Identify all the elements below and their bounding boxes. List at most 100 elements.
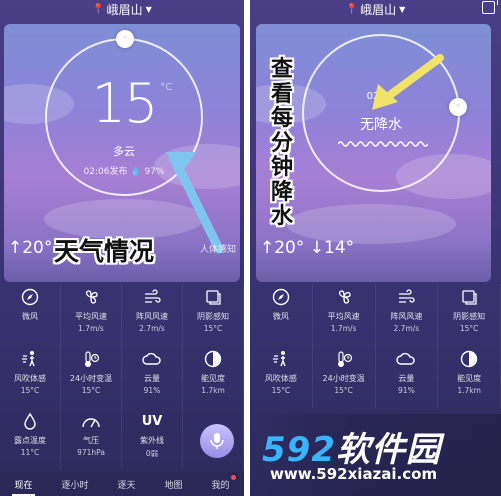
detail-value: 1.7km xyxy=(457,386,481,395)
detail-value: 11°C xyxy=(20,448,40,457)
compass-icon xyxy=(271,287,291,307)
gust-icon xyxy=(142,287,162,307)
detail-cell: 24小时变温 15°C xyxy=(313,346,376,408)
details-grid: 微风 平均风速 1.7m/s 阵风风速 2.7m/s 阴影感知 15°C 风吹体感 15°C 24… xyxy=(250,284,501,408)
wind-fan-icon xyxy=(334,287,354,307)
detail-cell: 气压 971hPa xyxy=(61,408,122,470)
detail-value: 2.7m/s xyxy=(393,324,420,333)
detail-value: 15°C xyxy=(203,324,223,333)
tab-mine[interactable]: 我的 xyxy=(211,474,236,491)
detail-value: 1.7m/s xyxy=(78,324,104,333)
detail-label: 能见度 xyxy=(457,374,482,383)
detail-value: 15°C xyxy=(334,386,353,395)
detail-value: 1.7km xyxy=(201,386,225,395)
detail-cell: 阵风风速 2.7m/s xyxy=(122,284,183,346)
city-name: 峨眉山 xyxy=(360,2,397,17)
detail-cell: 24小时变温 15°C xyxy=(61,346,122,408)
person-wind-icon xyxy=(271,349,291,369)
detail-cell: 微风 xyxy=(0,284,61,346)
detail-cell: 云量 91% xyxy=(376,346,439,408)
visibility-icon xyxy=(459,349,479,369)
detail-label: 露点温度 xyxy=(14,436,46,445)
location-bar[interactable]: 📍 峨眉山 ▼ xyxy=(250,0,501,18)
detail-label: 风吹体感 xyxy=(14,374,46,383)
drop-icon xyxy=(20,411,40,431)
cloud-icon xyxy=(396,349,416,369)
voice-button[interactable] xyxy=(200,424,234,458)
annotation-weather-status: 天气情况 xyxy=(54,237,155,266)
cloud-icon xyxy=(142,349,162,369)
thermometer-clock-icon xyxy=(334,349,354,369)
detail-label: 云量 xyxy=(398,374,415,383)
detail-value: 91% xyxy=(398,386,415,395)
detail-cell: 阴影感知 15°C xyxy=(438,284,501,346)
detail-cell: 露点温度 11°C xyxy=(0,408,61,470)
detail-value: 2.7m/s xyxy=(139,324,165,333)
annotation-arrow xyxy=(372,54,444,110)
high-low-temp: ↑20° ↓14° xyxy=(260,238,355,258)
detail-value: 91% xyxy=(143,386,161,395)
shade-icon xyxy=(203,287,223,307)
detail-cell: 微风 xyxy=(250,284,313,346)
detail-label: 平均风速 xyxy=(327,312,360,321)
wind-fan-icon xyxy=(81,287,101,307)
detail-label: 24小时变温 xyxy=(69,374,113,383)
detail-value: 971hPa xyxy=(77,448,105,457)
bottom-tab-bar: 现在 逐小时 逐天 地图 我的 xyxy=(0,472,244,496)
detail-label: 阵风风速 xyxy=(390,312,423,321)
detail-label: 风吹体感 xyxy=(264,374,297,383)
dial-knob[interactable]: ◦ xyxy=(116,30,134,48)
detail-label: 平均风速 xyxy=(75,312,107,321)
gauge-icon xyxy=(81,411,101,431)
annotation-minute-precipitation: 查看每分钟降水 xyxy=(270,57,293,229)
detail-cell: 平均风速 1.7m/s xyxy=(61,284,122,346)
chevron-down-icon: ▼ xyxy=(399,4,406,14)
share-icon[interactable] xyxy=(482,0,498,14)
detail-value: 15°C xyxy=(459,324,479,333)
person-wind-icon xyxy=(20,349,40,369)
detail-label: 阴影感知 xyxy=(453,312,486,321)
location-pin-icon: 📍 xyxy=(345,3,359,15)
detail-value: 1.7m/s xyxy=(330,324,357,333)
chevron-down-icon: ▼ xyxy=(145,4,152,14)
detail-cell: 阵风风速 2.7m/s xyxy=(376,284,439,346)
detail-cell: 风吹体感 15°C xyxy=(250,346,313,408)
detail-value: 15°C xyxy=(81,386,101,395)
detail-label: 微风 xyxy=(272,312,289,321)
feel-label: 人体感知 xyxy=(199,245,236,255)
city-name: 峨眉山 xyxy=(106,2,143,17)
detail-cell: 能见度 1.7km xyxy=(438,346,501,408)
detail-cell: 阴影感知 15°C xyxy=(183,284,244,346)
tab-map[interactable]: 地图 xyxy=(164,478,182,491)
thermometer-clock-icon xyxy=(81,349,101,369)
location-pin-icon: 📍 xyxy=(92,3,105,15)
tab-now[interactable]: 现在 xyxy=(12,478,35,496)
detail-value: 15°C xyxy=(271,386,291,395)
detail-cell: 风吹体感 15°C xyxy=(0,346,61,408)
shade-icon xyxy=(459,287,479,307)
precipitation-status: 无降水 xyxy=(360,117,402,133)
detail-cell: 平均风速 1.7m/s xyxy=(313,284,376,346)
visibility-icon xyxy=(203,349,223,369)
tab-hourly[interactable]: 逐小时 xyxy=(61,478,88,491)
gust-icon xyxy=(396,287,416,307)
tab-daily[interactable]: 逐天 xyxy=(117,478,135,491)
compass-icon xyxy=(20,287,40,307)
detail-label: 阴影感知 xyxy=(197,312,229,321)
location-bar[interactable]: 📍 峨眉山 ▼ xyxy=(0,0,244,18)
detail-label: 微风 xyxy=(22,312,38,321)
microphone-icon xyxy=(210,433,224,449)
rain-wave-line xyxy=(338,141,428,147)
watermark-logo: 592软件园 xyxy=(262,430,441,470)
detail-label: 气压 xyxy=(83,436,99,445)
watermark-url: www.592xiazai.com xyxy=(270,465,438,483)
detail-label: 云量 xyxy=(144,374,160,383)
detail-cell: 能见度 1.7km xyxy=(183,346,244,408)
uv-icon: UV xyxy=(141,413,163,429)
humidity-drop-icon: 💧 xyxy=(130,167,142,177)
detail-label: 能见度 xyxy=(201,374,225,383)
detail-value: 0弱 xyxy=(145,449,159,458)
detail-label: 阵风风速 xyxy=(136,312,168,321)
detail-cell: UV 紫外线 0弱 xyxy=(122,408,183,470)
annotation-arrow xyxy=(166,152,224,254)
